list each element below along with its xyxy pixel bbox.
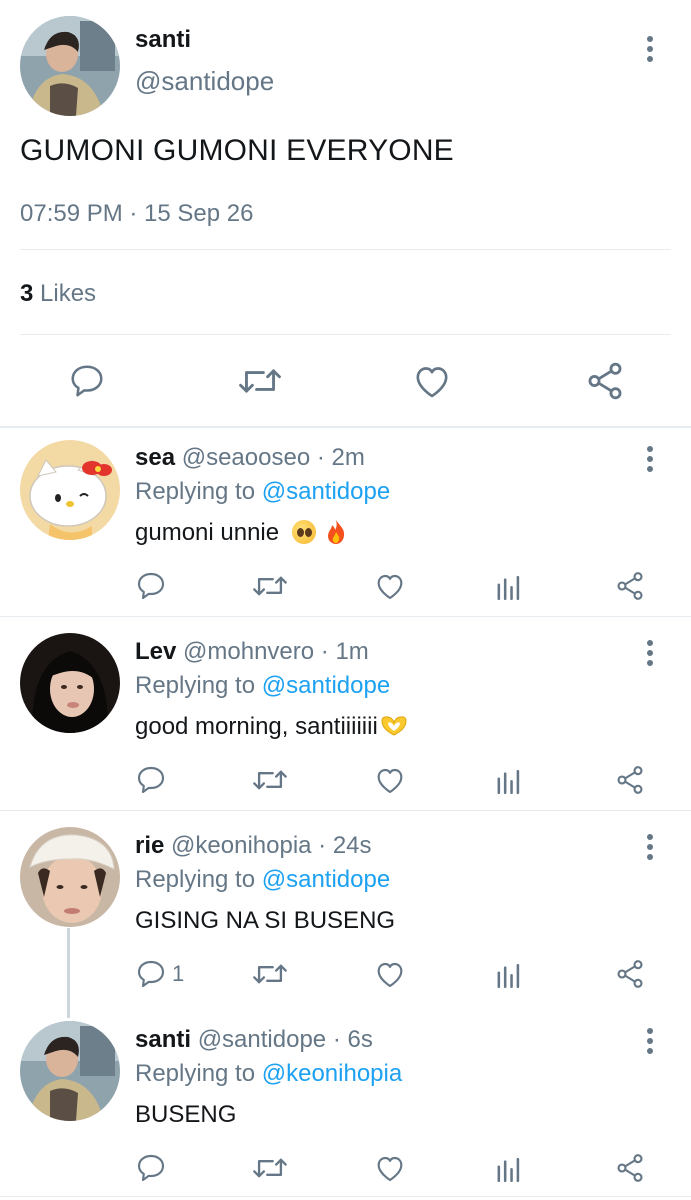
share-icon[interactable] (614, 570, 646, 602)
replying-label: Replying to (135, 866, 256, 893)
analytics-icon[interactable] (496, 960, 522, 988)
retweet-icon[interactable] (238, 362, 282, 400)
replying-label: Replying to (135, 1060, 256, 1087)
like-icon[interactable] (374, 959, 406, 989)
reply-author-name[interactable]: rie (135, 832, 164, 859)
reply-header: rie @keonihopia · 24s (135, 832, 372, 860)
reply-author-name[interactable]: Lev (135, 638, 176, 665)
reply-icon[interactable] (68, 362, 106, 400)
fire-emoji (328, 520, 345, 544)
retweet-icon[interactable] (252, 571, 288, 601)
replying-to-link[interactable]: @santidope (262, 478, 390, 505)
share-icon[interactable] (584, 360, 626, 402)
avatar-santi[interactable] (20, 1021, 120, 1121)
divider (0, 1196, 691, 1197)
retweet-icon[interactable] (252, 1153, 288, 1183)
replying-to: Replying to @santidope (135, 478, 390, 506)
likes-count: 3 (20, 280, 34, 307)
share-icon[interactable] (614, 764, 646, 796)
author-name[interactable]: santi (135, 26, 191, 54)
analytics-icon[interactable] (496, 572, 522, 600)
share-icon[interactable] (614, 958, 646, 990)
more-vert-icon[interactable] (645, 1028, 655, 1058)
like-icon[interactable] (412, 362, 452, 400)
more-vert-icon[interactable] (645, 36, 655, 66)
more-vert-icon[interactable] (645, 446, 655, 476)
author-handle[interactable]: @santidope (135, 66, 274, 97)
reply-time: · 2m (316, 444, 365, 471)
replying-to: Replying to @santidope (135, 866, 390, 894)
more-vert-icon[interactable] (645, 640, 655, 670)
reply-text-row: gumoni unnie (135, 519, 346, 547)
avatar-santi[interactable] (20, 16, 120, 116)
replying-label: Replying to (135, 478, 256, 505)
more-vert-icon[interactable] (645, 834, 655, 864)
tweet-timestamp: 07:59 PM · 15 Sep 26 (20, 200, 254, 227)
reply-count: 1 (172, 961, 185, 986)
tweet-text: GUMONI GUMONI EVERYONE (20, 134, 454, 167)
divider (20, 334, 671, 335)
reply-icon[interactable] (135, 1152, 167, 1184)
reply-author-name[interactable]: sea (135, 444, 175, 471)
reply-text: good morning, santiiiiiii (135, 713, 378, 740)
reply-author-handle[interactable]: @keonihopia (171, 832, 311, 859)
pleading-face-emoji (291, 520, 316, 544)
share-icon[interactable] (614, 1152, 646, 1184)
replying-to-link[interactable]: @santidope (262, 672, 390, 699)
reply-text: gumoni unnie (135, 519, 280, 546)
replying-to: Replying to @santidope (135, 672, 390, 700)
reply-header: sea @seaooseo · 2m (135, 444, 365, 472)
reply-time: · 6s (332, 1026, 373, 1053)
reply-icon[interactable] (135, 958, 167, 990)
like-icon[interactable] (374, 765, 406, 795)
heart-hands-emoji (381, 716, 407, 736)
reply-text: GISING NA SI BUSENG (135, 907, 396, 934)
replying-to-link[interactable]: @keonihopia (262, 1060, 402, 1087)
like-icon[interactable] (374, 571, 406, 601)
reply-author-handle[interactable]: @seaooseo (182, 444, 310, 471)
divider (20, 249, 671, 250)
reply-time: · 1m (320, 638, 369, 665)
analytics-icon[interactable] (496, 766, 522, 794)
reply-time: · 24s (318, 832, 372, 859)
avatar-rie[interactable] (20, 827, 120, 927)
thread-connector (67, 928, 70, 1018)
avatar-lev[interactable] (20, 633, 120, 733)
divider (0, 426, 691, 428)
retweet-icon[interactable] (252, 959, 288, 989)
reply-header: Lev @mohnvero · 1m (135, 638, 369, 666)
replying-to: Replying to @keonihopia (135, 1060, 402, 1088)
replying-to-link[interactable]: @santidope (262, 866, 390, 893)
divider (0, 810, 691, 811)
replying-label: Replying to (135, 672, 256, 699)
divider (0, 616, 691, 617)
retweet-icon[interactable] (252, 765, 288, 795)
reply-icon[interactable] (135, 570, 167, 602)
reply-text: BUSENG (135, 1101, 237, 1128)
avatar-sea[interactable] (20, 440, 120, 540)
reply-author-name[interactable]: santi (135, 1026, 191, 1053)
reply-author-handle[interactable]: @mohnvero (183, 638, 314, 665)
analytics-icon[interactable] (496, 1154, 522, 1182)
like-icon[interactable] (374, 1153, 406, 1183)
likes-link[interactable]: 3 Likes (20, 280, 96, 308)
reply-icon[interactable] (135, 764, 167, 796)
reply-header: santi @santidope · 6s (135, 1026, 373, 1054)
reply-text-row: good morning, santiiiiiii (135, 713, 408, 741)
reply-author-handle[interactable]: @santidope (198, 1026, 326, 1053)
likes-label: Likes (40, 280, 97, 307)
